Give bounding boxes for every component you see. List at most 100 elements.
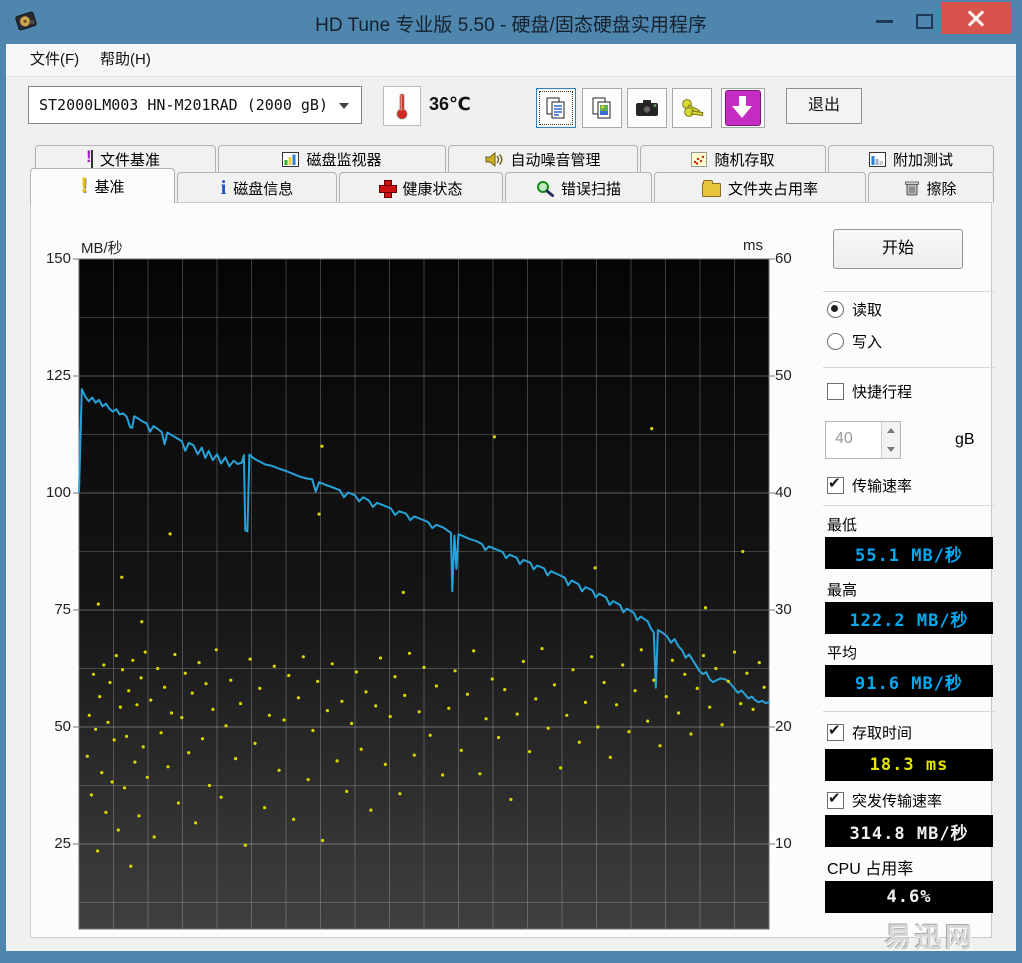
axis-tick-label: 50 [775,366,811,386]
cpu-usage-label: CPU 占用率 [827,855,913,879]
capacity-value: 40 [835,430,853,448]
axis-tick-label: 20 [775,717,811,737]
tab-label: 文件基准 [100,149,160,170]
tab-label: 随机存取 [714,149,774,170]
temperature-button[interactable] [383,86,421,126]
download-arrow-icon [725,90,761,126]
tab-extra-tests[interactable]: 附加测试 [828,145,994,173]
chevron-down-icon [339,103,349,109]
tab-disk-info[interactable]: i 磁盘信息 [177,172,337,203]
tab-label: 磁盘监视器 [306,149,381,170]
gb-unit-label: gB [955,431,975,449]
maximize-icon [916,14,933,29]
folder-icon [702,183,721,197]
tab-erase[interactable]: 擦除 [868,172,994,203]
copy-image-button[interactable] [582,88,622,128]
transfer-rate-row[interactable]: 传输速率 [827,475,912,496]
chart-right-axis-title: ms [743,237,763,254]
write-radio-label: 写入 [852,331,882,352]
maximize-button[interactable] [906,2,942,34]
burst-rate-checkbox[interactable] [827,792,844,809]
exit-button[interactable]: 退出 [786,88,862,124]
write-radio[interactable] [827,333,844,350]
minimize-icon [876,20,893,23]
camera-icon [634,97,660,119]
min-speed-lcd: 55.1 MB/秒 [825,537,993,569]
access-time-label: 存取时间 [852,722,912,743]
tab-label: 附加测试 [893,149,953,170]
screenshot-button[interactable] [627,88,667,128]
download-button[interactable] [721,88,765,128]
title-bar: HD Tune 专业版 5.50 - 硬盘/固态硬盘实用程序 [0,0,1022,44]
copy-image-icon [590,96,614,120]
tab-folder-usage[interactable]: 文件夹占用率 [654,172,866,203]
exclamation-icon: ! [80,175,87,197]
tab-label: 擦除 [926,178,956,199]
tab-aam[interactable]: 自动噪音管理 [448,145,638,173]
tab-error-scan[interactable]: 错误扫描 [505,172,652,203]
divider [823,711,995,712]
temperature-label: 36℃ [429,94,471,115]
transfer-rate-label: 传输速率 [852,475,912,496]
access-time-checkbox[interactable] [827,724,844,741]
watermark: 易迅网 [885,916,975,955]
access-time-row[interactable]: 存取时间 [827,722,912,743]
menu-item-help[interactable]: 帮助(H) [88,44,163,76]
tab-random-access[interactable]: 随机存取 [640,145,826,173]
keys-button[interactable] [672,88,712,128]
drive-select[interactable]: ST2000LM003 HN-M201RAD (2000 gB) [28,86,362,124]
avg-speed-lcd: 91.6 MB/秒 [825,665,993,697]
axis-tick-label: 50 [33,717,71,737]
copy-pages-icon [544,96,568,120]
min-label: 最低 [827,514,857,535]
axis-tick-label: 100 [33,483,71,503]
tab-label: 文件夹占用率 [728,178,818,199]
axis-tick-label: 30 [775,600,811,620]
magnifier-icon [536,180,554,197]
speaker-icon [485,152,503,167]
short-stroke-row[interactable]: 快捷行程 [827,381,912,402]
app-window: HD Tune 专业版 5.50 - 硬盘/固态硬盘实用程序 文件(F) 帮助(… [0,0,1022,963]
axis-tick-label: 40 [775,483,811,503]
copy-text-button[interactable] [536,88,576,128]
short-stroke-checkbox[interactable] [827,383,844,400]
spinner-buttons [881,422,900,458]
benchmark-chart [79,259,769,929]
max-label: 最高 [827,579,857,600]
tab-label: 健康状态 [402,178,462,199]
tab-disk-monitor[interactable]: 磁盘监视器 [218,145,446,173]
menu-item-file[interactable]: 文件(F) [18,44,91,76]
drive-select-value: ST2000LM003 HN-M201RAD (2000 gB) [39,96,328,114]
red-cross-icon [379,180,395,196]
divider [823,291,995,292]
axis-tick-label: 125 [33,366,71,386]
chart-left-axis-title: MB/秒 [81,237,123,258]
spin-down-button[interactable] [882,440,900,458]
thermometer-icon [395,92,409,120]
write-radio-row[interactable]: 写入 [827,331,882,352]
start-button[interactable]: 开始 [833,229,963,269]
axis-tick-label: 10 [775,834,811,854]
transfer-rate-checkbox[interactable] [827,477,844,494]
burst-rate-lcd: 314.8 MB/秒 [825,815,993,847]
max-speed-lcd: 122.2 MB/秒 [825,602,993,634]
spin-up-button[interactable] [882,422,900,441]
divider [823,367,995,368]
extra-tests-chart-icon [869,152,886,167]
client-area: 文件(F) 帮助(H) ST2000LM003 HN-M201RAD (2000… [6,44,1016,951]
tab-health[interactable]: 健康状态 [339,172,503,203]
tab-benchmark[interactable]: ! 基准 [30,168,175,203]
capacity-spinner[interactable]: 40 [825,421,901,459]
read-radio[interactable] [827,301,844,318]
read-radio-row[interactable]: 读取 [827,299,882,320]
axis-tick-label: 25 [33,834,71,854]
info-icon: i [221,178,227,198]
cpu-usage-lcd: 4.6% [825,881,993,913]
burst-rate-row[interactable]: 突发传输速率 [827,790,942,811]
tab-label: 基准 [94,176,124,197]
divider [823,505,995,506]
read-radio-label: 读取 [852,299,882,320]
close-button[interactable] [941,2,1011,34]
minimize-button[interactable] [866,2,902,34]
axis-tick-label: 75 [33,600,71,620]
